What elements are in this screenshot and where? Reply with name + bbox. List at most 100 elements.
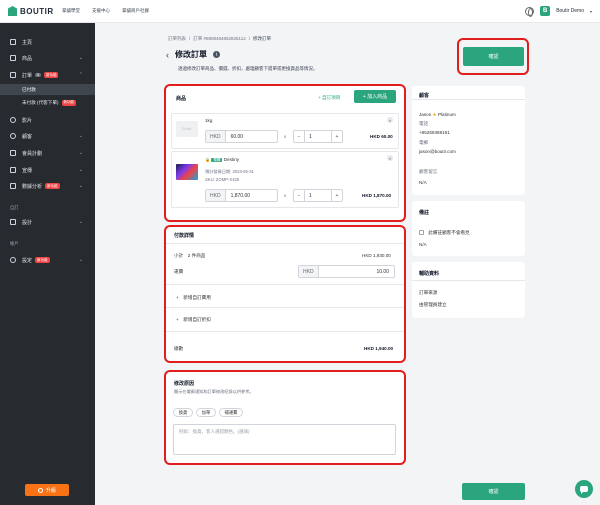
subtotal-value: HKD 1,930.00 [362,253,391,258]
language-globe-icon[interactable] [525,6,535,17]
remark-card: 備註 [412,201,525,256]
reason-subtitle: 顯示在電郵通知和訂單修改紀錄以供參考。 [174,389,254,394]
quantity-stepper[interactable]: − 1 + [293,130,343,143]
sidebar-subitem-unpaid[interactable]: 未付款 (代客下單) 新功能 [0,97,95,108]
page-header: ‹ 修改訂單 i [166,49,220,60]
aux-info-title: 輔助資料 [419,271,440,277]
user-icon [10,133,16,139]
remove-item-icon[interactable]: × [387,117,393,123]
customer-card: 顧客 [412,86,525,195]
chevron-down-icon: ⌄ [78,55,83,61]
customer-note-value: N/A [419,180,427,185]
palette-icon [10,219,16,225]
breadcrumb-orders-link[interactable]: 訂單列表 [168,36,186,42]
sidebar-item-customers[interactable]: 顧客 ⌄ [0,130,95,142]
quantity-value[interactable]: 1 [304,131,332,142]
sidebar-subitem-label: 已付款 [22,86,36,92]
sidebar-subitem-paid[interactable]: 已付款 [0,84,95,95]
upgrade-icon [37,487,43,493]
breadcrumb-order-link[interactable]: 訂單 #5808484852826112 [193,36,245,42]
quantity-value[interactable]: 1 [304,190,332,201]
confirm-button-top[interactable]: 確認 [463,47,524,66]
sidebar-item-products[interactable]: 商品 ⌄ [0,52,95,64]
sidebar-item-home[interactable]: 主頁 [0,36,95,48]
sidebar-item-orders[interactable]: 訂單 3 新功能 ⌃ [0,69,95,81]
store-avatar[interactable]: B [540,6,551,16]
chevron-down-icon[interactable]: ▾ [590,9,592,14]
reason-textarea[interactable]: 例如：換貨，客人選錯顏色。(選填) [173,424,396,455]
sidebar-item-membership[interactable]: 會員計劃 ⌄ [0,147,95,159]
remove-item-icon[interactable]: × [387,155,393,161]
reason-chip-shipping[interactable]: 補運費 [219,408,243,417]
breadcrumb-separator: / [189,36,191,41]
item-price-value: 60.00 [230,133,244,140]
megaphone-icon [10,167,16,173]
order-source-value: 由管理員建立 [419,302,447,307]
chart-icon [10,183,16,189]
sidebar-item-analytics[interactable]: 數據分析 新功能 ⌄ [0,180,95,192]
private-remark-checkbox[interactable] [419,230,424,236]
customer-name-link[interactable]: Jason [419,112,431,117]
sidebar-item-label: 主頁 [22,39,33,46]
shipping-label: 運費 [174,269,184,274]
item-ship-date: 預計發貨日期: 2023-05-31 [205,169,254,174]
plus-icon[interactable]: + [332,131,342,142]
sidebar-item-videos[interactable]: 影片 [0,114,95,126]
highlight-payment [164,225,406,363]
item-name: 1kg [205,118,213,123]
nav-academy-link[interactable]: 掌舖學堂 [62,8,80,14]
confirm-button-bottom[interactable]: 確認 [462,483,525,500]
minus-icon[interactable]: − [294,131,304,142]
item-price-input[interactable]: HKD 60.00 [205,130,278,143]
add-custom-fee-link[interactable]: + 新增自訂費用 [176,295,211,301]
chat-button[interactable] [575,480,593,498]
item-total: HKD 1,870.00 [362,193,392,198]
new-feature-badge: 新功能 [43,72,59,78]
minus-icon[interactable]: − [294,190,304,201]
sidebar-item-label: 會員計劃 [22,150,43,157]
plus-icon[interactable]: + [332,190,342,201]
customer-title: 顧客 [419,93,430,99]
reason-chip-add[interactable]: 加單 [196,408,216,417]
currency-prefix: HKD [299,266,319,277]
video-icon [10,117,16,123]
phone-label: 電話 [419,121,429,126]
email-label: 電郵 [419,140,429,145]
nav-community-link[interactable]: 掌舖商戶社群 [122,8,149,14]
store-name[interactable]: Boutir Demo [556,8,584,14]
top-bar: BOUTIR 掌舖學堂 支援中心 掌舖商戶社群 B Boutir Demo ▾ [0,0,600,23]
nav-support-link[interactable]: 支援中心 [92,8,110,14]
back-arrow-icon[interactable]: ‹ [166,50,169,60]
divider [166,307,404,308]
reason-chip-exchange[interactable]: 換貨 [173,408,193,417]
product-image-placeholder: Boutir [176,121,198,137]
total-label: 總數 [174,346,184,351]
add-custom-discount-link[interactable]: + 新增自訂折扣 [176,317,211,323]
brand-logo[interactable]: BOUTIR [8,6,54,16]
sidebar-item-label: 數據分析 [22,183,43,190]
new-feature-badge: 新功能 [45,183,60,189]
add-custom-item-link[interactable]: + 自訂項目 [318,95,340,101]
quantity-stepper[interactable]: − 1 + [293,189,343,202]
reason-title: 修改原因 [174,381,195,387]
add-product-button[interactable]: + 加入商品 [354,90,396,103]
sidebar-subitem-label: 未付款 (代客下單) [22,99,59,105]
sidebar-section-account: 帳戶 [10,241,19,246]
customer-name-row: Jason ★ Platinum [419,112,456,118]
sidebar-item-label: 顧客 [22,133,33,140]
sidebar-item-label: 設定 [22,257,33,264]
upgrade-button[interactable]: 升級 [25,484,69,496]
sidebar-item-label: 宣傳 [22,167,33,174]
boutir-logo-icon [8,6,17,16]
sidebar-item-settings[interactable]: 設定 新功能 ⌄ [0,254,95,266]
sidebar-item-label: 影片 [22,117,33,124]
shipping-fee-input[interactable]: HKD 10.00 [298,265,395,278]
info-icon[interactable]: i [213,51,220,58]
item-price-input[interactable]: HKD 1,870.00 [205,189,278,202]
shipping-fee-value: 10.00 [376,268,389,275]
sidebar-item-marketing[interactable]: 宣傳 ⌄ [0,164,95,176]
remark-title: 備註 [419,210,430,216]
chat-bubble-icon [580,486,588,494]
sidebar-item-design[interactable]: 設計 ⌄ [0,216,95,228]
remark-value: N/A [419,242,427,247]
